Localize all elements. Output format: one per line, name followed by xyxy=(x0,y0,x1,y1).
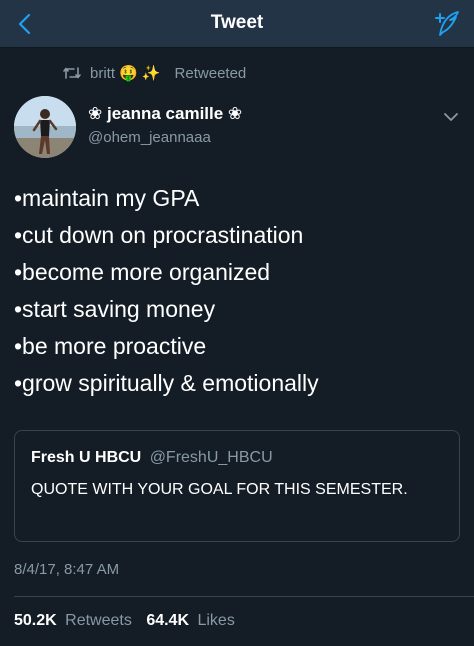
tweet-line: •become more organized xyxy=(14,259,271,285)
divider xyxy=(14,596,474,597)
avatar-photo xyxy=(14,96,76,158)
tweet-line: •start saving money xyxy=(14,296,216,322)
tweet-line: •be more proactive xyxy=(14,333,207,359)
likes-count[interactable]: 64.4K xyxy=(146,612,189,629)
retweets-count[interactable]: 50.2K xyxy=(14,612,57,629)
author-name[interactable]: ❀ jeanna camille ❀ xyxy=(88,104,242,124)
avatar[interactable] xyxy=(14,96,76,158)
retweets-label[interactable]: Retweets xyxy=(65,612,132,629)
quoted-tweet-header: Fresh U HBCU @FreshU_HBCU xyxy=(31,449,273,467)
quoted-author-handle: @FreshU_HBCU xyxy=(149,449,273,466)
retweeted-by-row: britt 🤑 ✨ Retweeted xyxy=(62,63,246,83)
top-navbar: Tweet xyxy=(0,0,474,48)
retweeted-label: Retweeted xyxy=(174,64,247,82)
compose-quill-icon[interactable] xyxy=(430,8,462,40)
page-title: Tweet xyxy=(210,12,264,33)
retweeter-emojis: 🤑 ✨ xyxy=(119,65,161,82)
tweet-stats: 50.2K Retweets 64.4K Likes xyxy=(14,612,245,630)
tweet-text: •maintain my GPA •cut down on procrastin… xyxy=(14,180,464,402)
retweet-icon xyxy=(63,67,81,79)
likes-label[interactable]: Likes xyxy=(197,612,234,629)
tweet-line: •grow spiritually & emotionally xyxy=(14,370,319,396)
tweet-line: •cut down on procrastination xyxy=(14,222,304,248)
tweet-line: •maintain my GPA xyxy=(14,185,200,211)
chevron-down-icon[interactable] xyxy=(440,106,462,128)
retweeter-name[interactable]: britt xyxy=(90,65,115,82)
quoted-tweet-card[interactable]: Fresh U HBCU @FreshU_HBCU QUOTE WITH YOU… xyxy=(14,430,460,542)
quoted-author-name: Fresh U HBCU xyxy=(31,449,142,466)
author-handle[interactable]: @ohem_jeannaaa xyxy=(88,129,211,146)
quoted-tweet-text: QUOTE WITH YOUR GOAL FOR THIS SEMESTER. xyxy=(31,481,408,498)
tweet-timestamp: 8/4/17, 8:47 AM xyxy=(14,561,120,578)
